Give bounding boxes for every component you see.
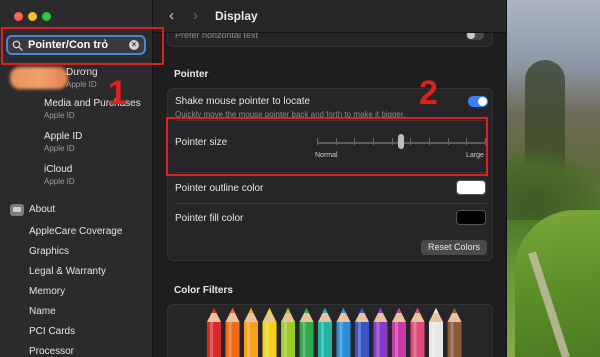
pencil [336,308,351,357]
annotation-box-search [1,27,164,65]
fill-color-label: Pointer fill color [175,213,244,224]
shake-pointer-label: Shake mouse pointer to locate [175,96,311,107]
pencil [281,308,295,357]
shake-pointer-toggle[interactable] [468,96,488,107]
pencil [429,308,443,357]
toolbar: ‹ › Display [153,0,506,33]
color-filters-section-title: Color Filters [174,285,233,296]
account-row[interactable]: Dương Apple ID [8,65,148,91]
zoom-window-button[interactable] [42,12,51,21]
pencil [225,308,240,357]
sidebar-item-legal[interactable]: Legal & Warranty [29,266,106,277]
sidebar-item-label: About [29,204,56,215]
chevron-left-icon[interactable]: ‹ [169,7,174,24]
outline-color-well[interactable] [456,180,486,195]
outline-color-label: Pointer outline color [175,183,264,194]
color-filters-pencils-image [207,308,462,357]
divider [175,203,487,204]
sidebar-item-graphics[interactable]: Graphics [29,246,69,257]
annotation-number-1: 1 [108,74,127,112]
sidebar-item-label: Apple ID [44,131,83,142]
sidebar-item-applecare[interactable]: AppleCare Coverage [29,226,122,237]
minimize-window-button[interactable] [28,12,37,21]
sidebar-item-media-purchases[interactable]: Media and Purchases Apple ID [44,98,148,120]
annotation-box-pointer-size [166,117,488,176]
pencil [244,308,258,357]
pointer-section-title: Pointer [174,69,209,80]
pencil [410,308,425,357]
computer-icon [10,204,24,216]
sidebar-item-apple-id[interactable]: Apple ID Apple ID [44,131,148,153]
pencil [392,308,406,357]
system-settings-window: Pointer/Con trỏ × Dương Apple ID Media a… [0,0,507,357]
account-subtitle: Apple ID [66,80,97,89]
page-title: Display [215,9,258,23]
sidebar-item-label: iCloud [44,164,73,175]
sidebar-item-icloud[interactable]: iCloud Apple ID [44,164,148,186]
fill-color-well[interactable] [456,210,486,225]
sidebar-item-sub: Apple ID [44,111,75,120]
sidebar-item-name[interactable]: Name [29,306,56,317]
pencil [262,308,277,357]
sidebar-item-pci-cards[interactable]: PCI Cards [29,326,75,337]
reset-colors-button[interactable]: Reset Colors [421,240,487,255]
sidebar-item-label: Media and Purchases [44,98,141,109]
chevron-right-icon[interactable]: › [193,7,198,24]
pencil [373,308,388,357]
sidebar-item-sub: Apple ID [44,177,75,186]
pencil [318,308,332,357]
account-name: Dương [66,67,98,78]
pencil [355,308,369,357]
sidebar-item-processor[interactable]: Processor [29,346,74,357]
desktop-wallpaper [505,0,600,357]
pencil [447,308,462,357]
close-window-button[interactable] [14,12,23,21]
annotation-number-2: 2 [419,74,438,112]
pencil [299,308,314,357]
sidebar-item-sub: Apple ID [44,144,75,153]
pencil [207,308,221,357]
redacted-account-avatar [10,67,68,89]
main-pane: Prefer horizontal text ‹ › Display Point… [153,0,506,357]
sidebar-item-memory[interactable]: Memory [29,286,65,297]
